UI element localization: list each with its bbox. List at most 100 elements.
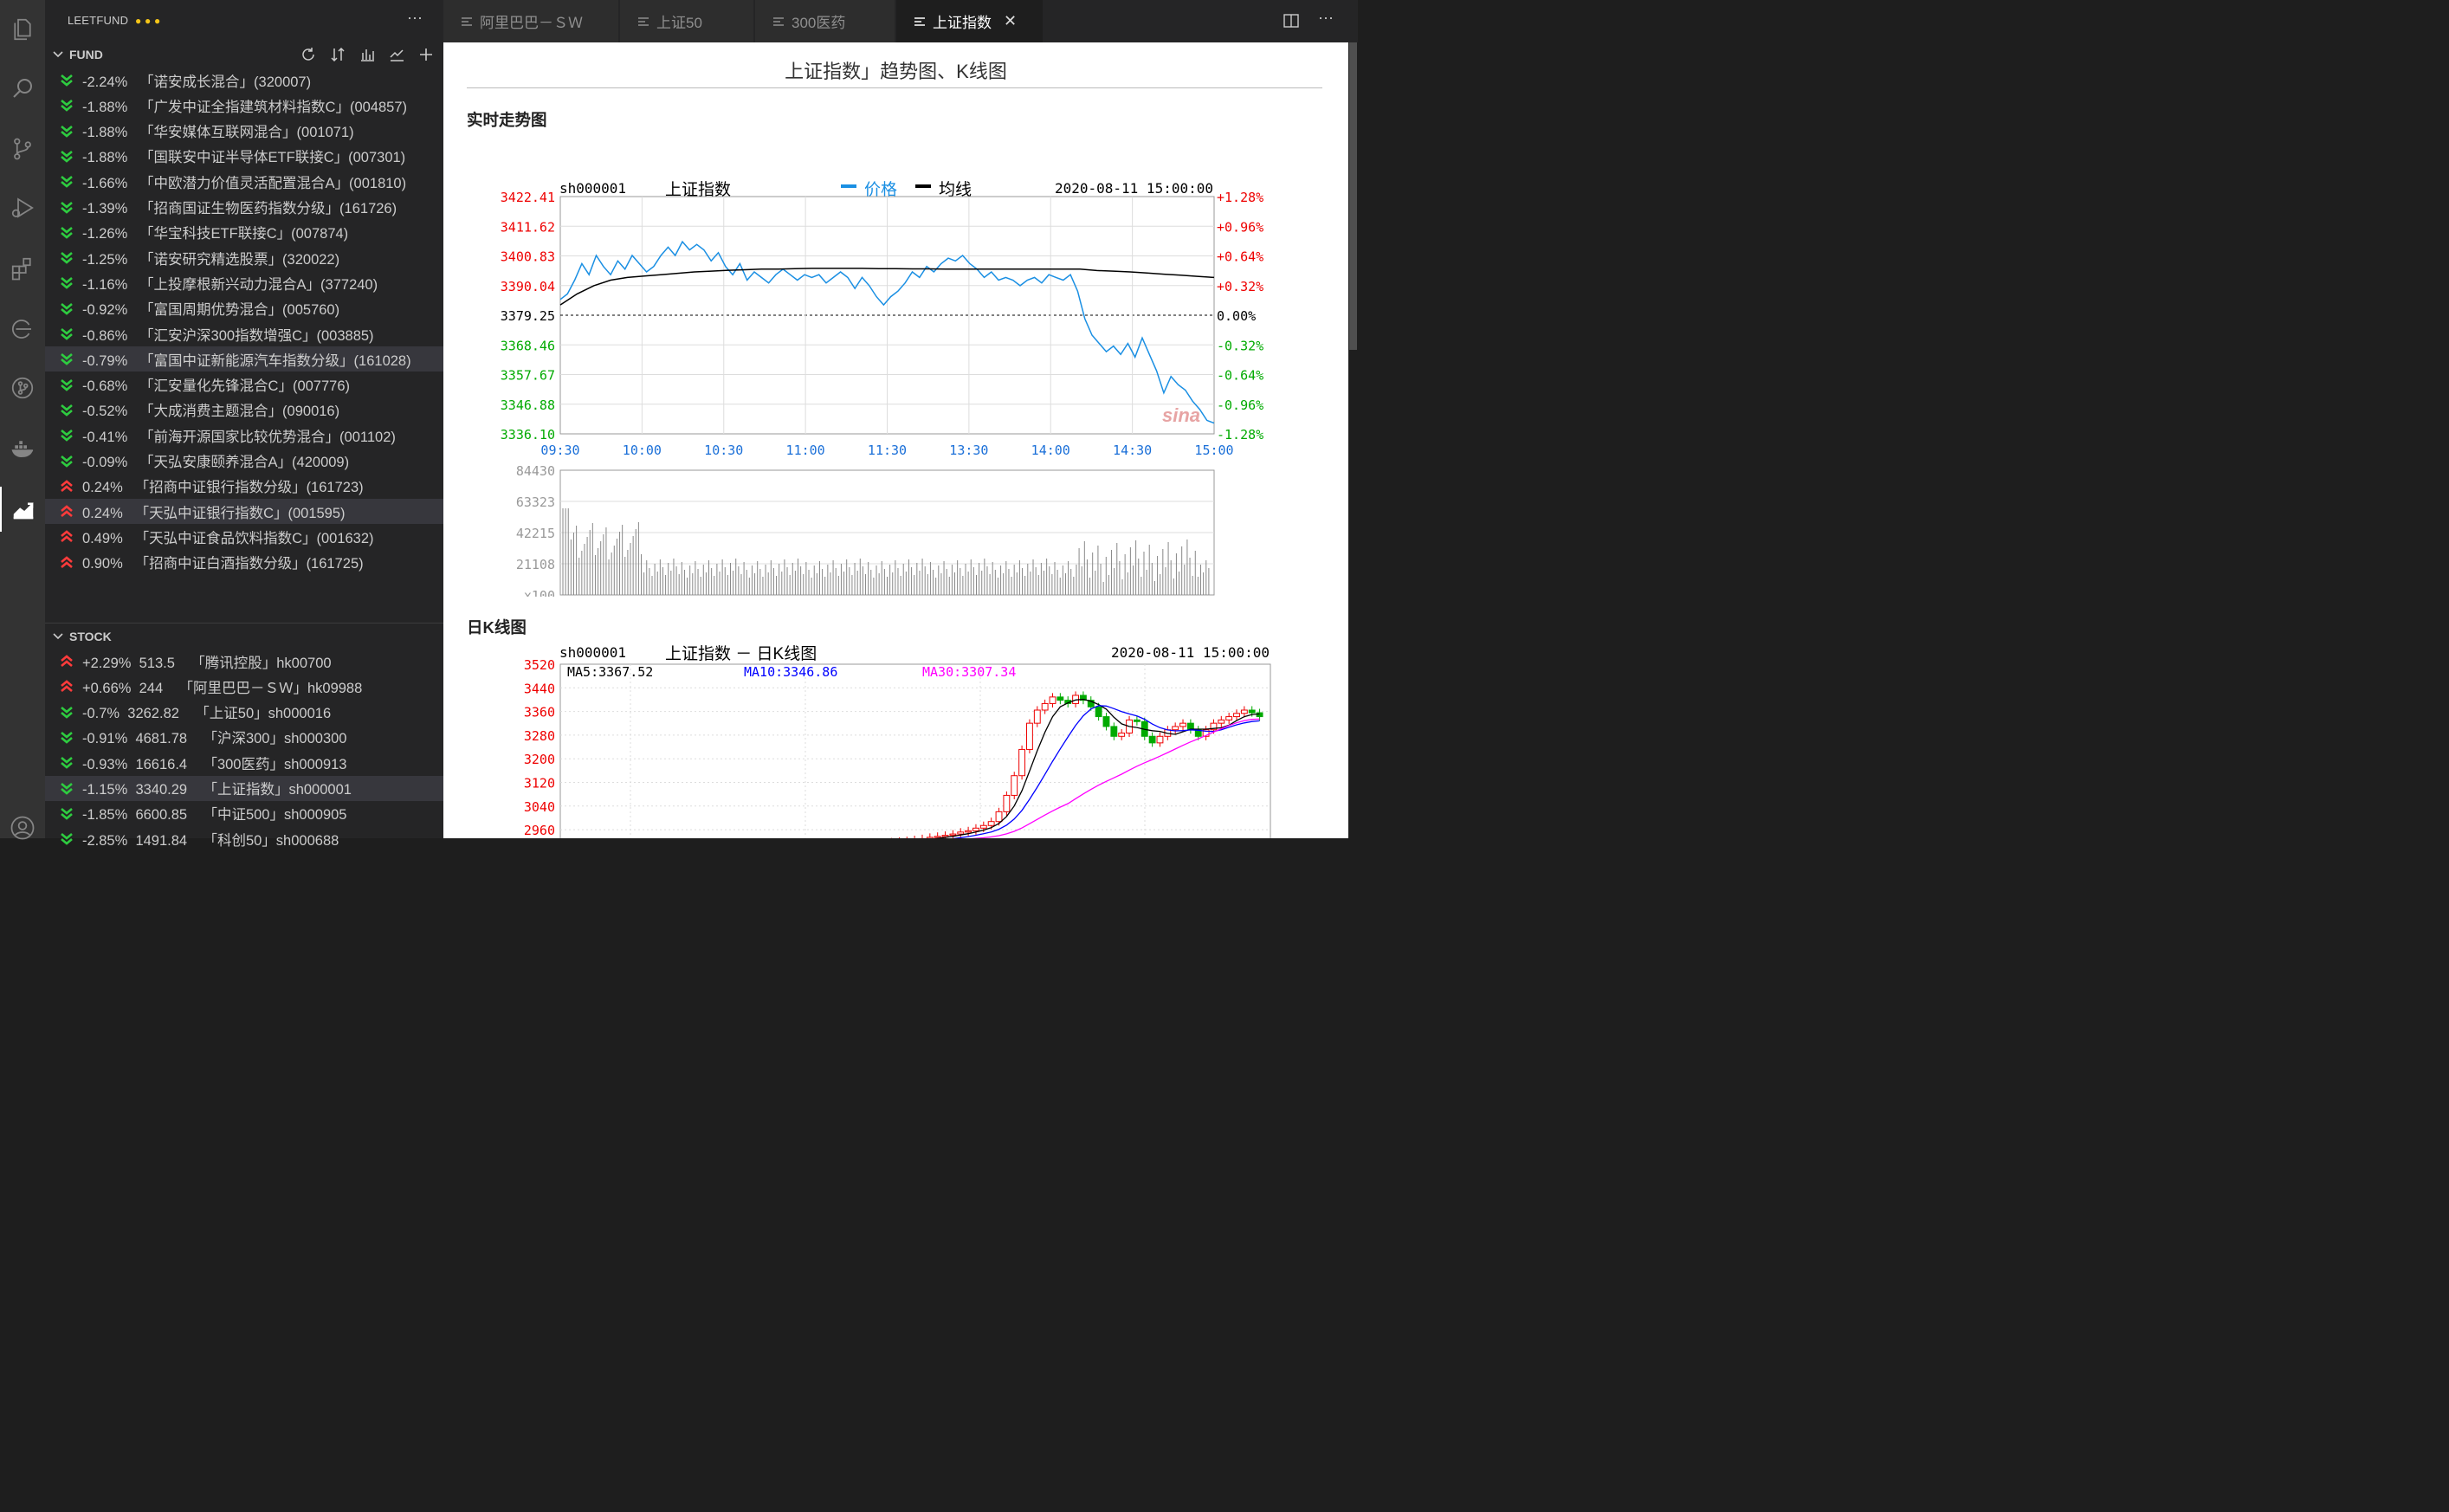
- pct-tick-label: +0.32%: [1217, 279, 1263, 294]
- pct-tick-label: -0.96%: [1217, 397, 1263, 413]
- stock-row[interactable]: -0.91% 4681.78 「沪深300」sh000300: [45, 725, 443, 750]
- split-editor-icon[interactable]: [1283, 12, 1300, 29]
- y-tick-label: 3411.62: [501, 219, 555, 235]
- search-icon[interactable]: [0, 66, 45, 111]
- fund-row[interactable]: 0.90% 「招商中证白酒指数分级」(161725): [45, 550, 443, 575]
- section-divider: [45, 623, 443, 624]
- stock-row[interactable]: -1.85% 6600.85 「中证500」sh000905: [45, 801, 443, 826]
- docker-icon[interactable]: [0, 426, 45, 471]
- fund-name: 「诺安研究精选股票」(320022): [139, 251, 340, 268]
- stock-change: +0.66%: [82, 680, 132, 696]
- run-debug-icon[interactable]: [0, 185, 45, 230]
- bar-chart-icon[interactable]: [359, 46, 376, 63]
- git-graph-icon[interactable]: [0, 365, 45, 410]
- fund-name: 「华宝科技ETF联接C」(007874): [139, 226, 349, 242]
- tab-sz50[interactable]: 上证50: [620, 0, 754, 42]
- fund-row[interactable]: -1.39% 「招商国证生物医药指数分级」(161726): [45, 195, 443, 220]
- kline-y-tick: 2960: [524, 823, 555, 838]
- stock-price: 6600.85: [135, 807, 188, 824]
- kline-y-tick: 3280: [524, 728, 555, 744]
- fund-change: 0.24%: [82, 505, 123, 521]
- fund-row[interactable]: -1.88% 「华安媒体互联网混合」(001071): [45, 119, 443, 144]
- fund-row-text: -1.88% 「国联安中证半导体ETF联接C」(007301): [82, 145, 405, 166]
- tab-shangzheng[interactable]: 上证指数 ✕: [896, 0, 1044, 42]
- account-icon[interactable]: [0, 805, 45, 850]
- candle-body: [934, 836, 941, 838]
- stock-row[interactable]: +0.66% 244 「阿里巴巴－ＳＷ」hk09988: [45, 674, 443, 699]
- preview-icon: [773, 16, 784, 26]
- stock-row[interactable]: -2.85% 1491.84 「科创50」sh000688: [45, 826, 443, 851]
- fund-row[interactable]: 0.24% 「天弘中证银行指数C」(001595): [45, 499, 443, 525]
- stock-row-text: +2.29% 513.5 「腾讯控股」hk00700: [82, 651, 332, 672]
- fund-row[interactable]: -0.86% 「汇安沪深300指数增强C」(003885): [45, 321, 443, 346]
- fall-arrow-icon: [61, 378, 73, 391]
- fund-section-header[interactable]: FUND: [45, 42, 443, 67]
- add-icon[interactable]: [417, 46, 435, 63]
- fund-row[interactable]: -2.24% 「诺安成长混合」(320007): [45, 68, 443, 93]
- pct-tick-label: +1.28%: [1217, 190, 1263, 205]
- tab-300yiyao[interactable]: 300医药: [755, 0, 895, 42]
- y-tick-label: 3368.46: [501, 338, 555, 353]
- fund-row[interactable]: -0.09% 「天弘安康颐养混合A」(420009): [45, 449, 443, 474]
- fund-row[interactable]: -0.79% 「富国中证新能源汽车指数分级」(161028): [45, 346, 443, 372]
- tab-alibaba[interactable]: 阿里巴巴－ＳＷ: [443, 0, 619, 42]
- fund-row[interactable]: -0.92% 「富国周期优势混合」(005760): [45, 296, 443, 321]
- fund-row[interactable]: -1.26% 「华宝科技ETF联接C」(007874): [45, 220, 443, 245]
- remote-icon[interactable]: [0, 307, 45, 352]
- stock-row[interactable]: +2.29% 513.5 「腾讯控股」hk00700: [45, 649, 443, 674]
- fund-change: -1.26%: [82, 226, 128, 242]
- fund-change: -1.88%: [82, 150, 128, 166]
- fund-row[interactable]: -0.68% 「汇安量化先锋混合C」(007776): [45, 372, 443, 397]
- x-tick-label: 11:30: [868, 443, 907, 458]
- fund-row-text: -0.52% 「大成消费主题混合」(090016): [82, 399, 339, 420]
- fund-name: 「富国周期优势混合」(005760): [139, 302, 340, 319]
- tab-label: 300医药: [792, 15, 846, 31]
- x-tick-label: 09:30: [540, 443, 579, 458]
- explorer-icon[interactable]: [0, 7, 45, 52]
- candle-body: [1026, 722, 1033, 750]
- fund-change: -0.92%: [82, 302, 128, 319]
- fund-row[interactable]: 0.49% 「天弘中证食品饮料指数C」(001632): [45, 524, 443, 549]
- fund-row[interactable]: 0.24% 「招商中证银行指数分级」(161723): [45, 474, 443, 499]
- candle-body: [1156, 735, 1164, 744]
- chart-code: sh000001: [559, 180, 626, 197]
- fund-change: 0.49%: [82, 530, 123, 546]
- leetfund-icon[interactable]: [0, 487, 45, 532]
- fund-name: 「招商中证白酒指数分级」(161725): [134, 556, 364, 572]
- candle-body: [1102, 716, 1110, 727]
- refresh-icon[interactable]: [300, 46, 317, 63]
- fund-row[interactable]: -0.41% 「前海开源国家比较优势混合」(001102): [45, 423, 443, 448]
- editor-more-icon[interactable]: ···: [1318, 9, 1334, 27]
- fall-arrow-icon: [61, 807, 73, 820]
- stock-row[interactable]: -0.93% 16616.4 「300医药」sh000913: [45, 750, 443, 775]
- y-tick-label: 3390.04: [501, 279, 555, 294]
- rise-arrow-icon: [61, 505, 73, 518]
- stock-section-header[interactable]: STOCK: [45, 624, 443, 649]
- volume-tick-label: 63323: [516, 494, 555, 510]
- stock-row-text: -1.85% 6600.85 「中证500」sh000905: [82, 803, 346, 824]
- stock-row[interactable]: -0.7% 3262.82 「上证50」sh000016: [45, 700, 443, 725]
- fund-row[interactable]: -1.88% 「国联安中证半导体ETF联接C」(007301): [45, 144, 443, 169]
- more-actions-icon[interactable]: ···: [407, 9, 423, 27]
- fund-row[interactable]: -1.16% 「上投摩根新兴动力混合A」(377240): [45, 270, 443, 295]
- fund-name: 「大成消费主题混合」(090016): [139, 404, 340, 420]
- realtime-chart: sh000001 上证指数 价格 均线 2020-08-11 15:00:003422.…: [501, 180, 1263, 597]
- y-tick-label: 3400.83: [501, 249, 555, 265]
- fund-change: -1.16%: [82, 276, 128, 293]
- fund-name: 「汇安沪深300指数增强C」(003885): [139, 327, 374, 344]
- candle-body: [1225, 716, 1233, 720]
- fund-name: 「前海开源国家比较优势混合」(001102): [139, 429, 396, 445]
- line-chart-icon[interactable]: [388, 46, 405, 63]
- fund-row[interactable]: -1.66% 「中欧潜力价值灵活配置混合A」(001810): [45, 169, 443, 194]
- fund-row[interactable]: -0.52% 「大成消费主题混合」(090016): [45, 397, 443, 423]
- close-tab-icon[interactable]: ✕: [1004, 12, 1017, 30]
- scrollbar[interactable]: [1348, 42, 1358, 838]
- scrollbar-thumb[interactable]: [1349, 42, 1357, 350]
- fund-row[interactable]: -1.25% 「诺安研究精选股票」(320022): [45, 245, 443, 270]
- sort-icon[interactable]: [329, 46, 346, 63]
- source-control-icon[interactable]: [0, 126, 45, 171]
- fall-arrow-icon: [61, 430, 73, 442]
- stock-row[interactable]: -1.15% 3340.29 「上证指数」sh000001: [45, 775, 443, 801]
- extensions-icon[interactable]: [0, 246, 45, 291]
- fund-row[interactable]: -1.88% 「广发中证全指建筑材料指数C」(004857): [45, 93, 443, 118]
